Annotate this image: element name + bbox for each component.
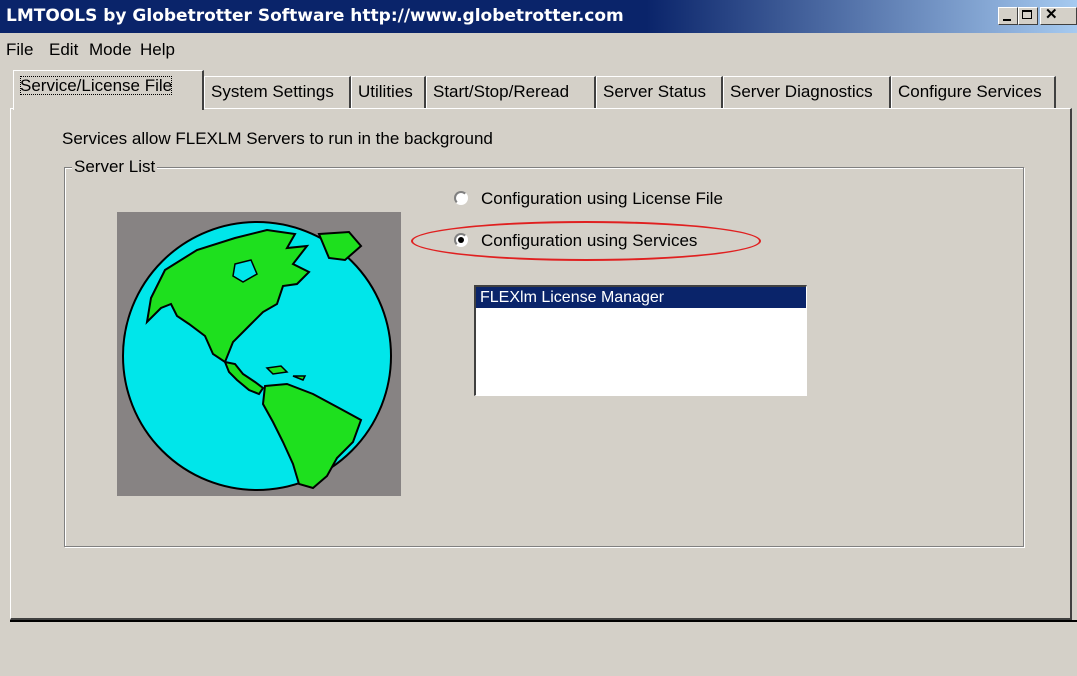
- tab-label: Server Diagnostics: [730, 82, 873, 101]
- radio-config-license-file[interactable]: Configuration using License File: [454, 189, 754, 209]
- group-label: Server List: [72, 157, 158, 177]
- tab-label: Start/Stop/Reread: [433, 82, 570, 101]
- tab-service-license-file[interactable]: Service/License File: [13, 70, 204, 110]
- menu-mode[interactable]: Mode: [89, 40, 132, 60]
- radio-label: Configuration using License File: [481, 189, 723, 208]
- title-bar[interactable]: LMTOOLS by Globetrotter Software http://…: [0, 0, 1077, 33]
- close-button[interactable]: ✕: [1040, 7, 1077, 25]
- intro-text: Services allow FLEXLM Servers to run in …: [62, 129, 493, 148]
- window-title: LMTOOLS by Globetrotter Software http://…: [6, 6, 624, 26]
- status-separator: [10, 620, 1077, 622]
- tab-label: Utilities: [358, 82, 413, 101]
- maximize-button[interactable]: [1018, 7, 1038, 25]
- minimize-icon: [1003, 19, 1011, 21]
- globe-icon: [122, 221, 392, 491]
- tab-label: Server Status: [603, 82, 706, 101]
- globe-image: [117, 212, 401, 496]
- tab-system-settings[interactable]: System Settings: [204, 76, 351, 108]
- tab-utilities[interactable]: Utilities: [351, 76, 426, 108]
- tab-label: System Settings: [211, 82, 334, 101]
- minimize-button[interactable]: [998, 7, 1018, 25]
- menu-bar: File Edit Mode Help: [0, 33, 1077, 63]
- tab-strip: Service/License File System Settings Uti…: [10, 69, 1072, 110]
- tab-server-status[interactable]: Server Status: [596, 76, 723, 108]
- tab-label: Configure Services: [898, 82, 1042, 101]
- menu-edit[interactable]: Edit: [49, 40, 78, 60]
- menu-help[interactable]: Help: [140, 40, 175, 60]
- tab-label: Service/License File: [20, 76, 173, 95]
- tab-configure-services[interactable]: Configure Services: [891, 76, 1056, 108]
- tab-server-diagnostics[interactable]: Server Diagnostics: [723, 76, 891, 108]
- radio-button-icon[interactable]: [454, 191, 468, 205]
- list-item[interactable]: FLEXlm License Manager: [476, 287, 806, 308]
- tab-start-stop-reread[interactable]: Start/Stop/Reread: [426, 76, 596, 108]
- close-icon: ✕: [1045, 6, 1058, 23]
- menu-file[interactable]: File: [6, 40, 33, 60]
- services-listbox[interactable]: FLEXlm License Manager: [474, 285, 807, 396]
- highlight-annotation: [411, 221, 761, 261]
- maximize-icon: [1022, 10, 1032, 19]
